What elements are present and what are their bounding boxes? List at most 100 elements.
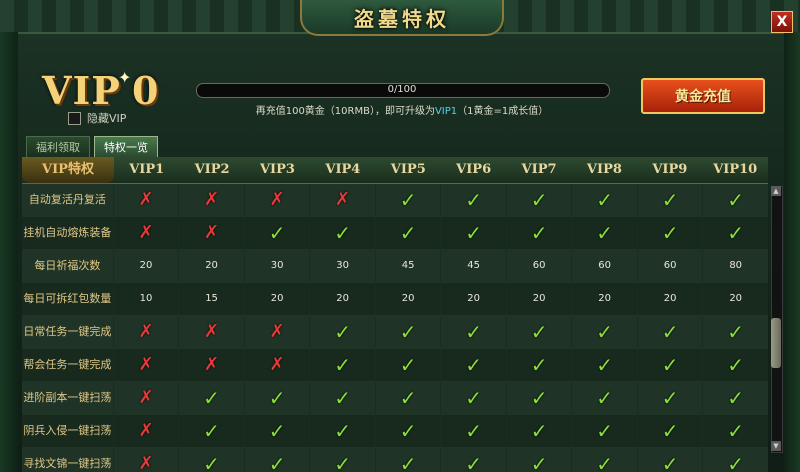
table-cell: ✓: [309, 316, 375, 348]
table-cell: 20: [178, 250, 244, 282]
table-row: 挂机自动熔炼装备 ✗ ✗ ✓ ✓ ✓ ✓ ✓ ✓ ✓ ✓: [22, 217, 768, 250]
cell-value: 30: [270, 260, 284, 271]
table-cell: ✗: [112, 448, 179, 472]
table-cell: 80: [702, 250, 768, 282]
table-row: 进阶副本一键扫荡 ✗ ✓ ✓ ✓ ✓ ✓ ✓ ✓ ✓ ✓: [22, 382, 768, 415]
header-vip7: VIP7: [521, 162, 557, 177]
table-cell: ✓: [243, 217, 310, 249]
header-corner: VIP特权: [22, 157, 114, 183]
cross-icon: ✗: [138, 387, 154, 408]
table-cell: 15: [178, 283, 244, 315]
table-cell: 30: [309, 250, 375, 282]
tab-welfare[interactable]: 福利领取: [26, 136, 90, 158]
table-cell: ✓: [636, 316, 703, 348]
header-vip8: VIP8: [586, 162, 622, 177]
check-icon: ✓: [661, 221, 679, 245]
table-cell: ✗: [112, 382, 179, 414]
table-cell: ✗: [178, 349, 244, 381]
table-cell: ✓: [505, 448, 572, 472]
scroll-down-arrow-icon[interactable]: ▼: [771, 441, 781, 451]
check-icon: ✓: [661, 353, 679, 377]
cell-value: 30: [336, 260, 349, 271]
header-vip1: VIP1: [129, 162, 165, 177]
check-icon: ✓: [530, 419, 548, 443]
row-label: 进阶副本一键扫荡: [23, 391, 112, 404]
cell-value: 20: [598, 293, 612, 304]
cell-value: 20: [663, 293, 677, 304]
table-cell: ✓: [505, 415, 572, 447]
check-icon: ✓: [596, 221, 614, 245]
cell-value: 60: [663, 260, 677, 271]
tab-privilege-overview[interactable]: 特权一览: [94, 136, 158, 158]
table-cell: ✓: [702, 349, 768, 381]
check-icon: ✓: [203, 452, 220, 472]
cell-value: 10: [139, 293, 153, 304]
cell-value: 20: [401, 293, 415, 304]
check-icon: ✓: [268, 221, 286, 245]
left-border: [0, 32, 18, 472]
table-cell: ✓: [440, 415, 506, 447]
scroll-up-arrow-icon[interactable]: ▲: [771, 186, 781, 196]
scrollbar-thumb[interactable]: [771, 318, 781, 368]
gold-recharge-button[interactable]: 黄金充值: [641, 78, 765, 114]
table-cell: ✓: [440, 316, 506, 348]
check-icon: ✓: [530, 320, 548, 344]
check-icon: ✓: [530, 188, 548, 212]
check-icon: ✓: [465, 221, 482, 245]
check-icon: ✓: [399, 386, 417, 410]
hide-vip-toggle[interactable]: 隐藏VIP: [68, 110, 126, 126]
table-cell: 45: [440, 250, 506, 282]
hint-suffix: （1黄金=1成长值）: [457, 106, 549, 117]
table-cell: ✓: [571, 415, 637, 447]
table-cell: 20: [571, 283, 637, 315]
table-cell: ✓: [505, 382, 572, 414]
cross-icon: ✗: [269, 189, 285, 210]
check-icon: ✓: [268, 419, 286, 443]
cell-value: 60: [532, 260, 546, 271]
cell-value: 15: [205, 293, 218, 304]
table-cell: 60: [636, 250, 703, 282]
table-cell: ✓: [702, 382, 768, 414]
check-icon: ✓: [727, 320, 745, 344]
cross-icon: ✗: [204, 222, 220, 243]
check-icon: ✓: [727, 353, 745, 377]
cross-icon: ✗: [138, 321, 154, 342]
row-label: 日常任务一键完成: [23, 325, 112, 338]
close-button[interactable]: X: [771, 11, 793, 33]
cell-value: 20: [139, 260, 153, 271]
window-title: 盗墓特权: [354, 6, 450, 31]
check-icon: ✓: [399, 353, 417, 377]
table-row: 日常任务一键完成 ✗ ✗ ✗ ✓ ✓ ✓ ✓ ✓ ✓ ✓: [22, 316, 768, 349]
table-cell: 30: [243, 250, 310, 282]
table-cell: ✓: [243, 415, 310, 447]
table-cell: 10: [112, 283, 179, 315]
check-icon: ✓: [530, 353, 548, 377]
table-cell: ✓: [374, 382, 441, 414]
table-cell: ✓: [178, 448, 244, 472]
table-cell: ✗: [178, 316, 244, 348]
table-cell: ✓: [374, 217, 441, 249]
table-cell: 20: [505, 283, 572, 315]
table-cell: ✓: [571, 217, 637, 249]
table-cell: ✗: [112, 184, 179, 216]
hide-vip-checkbox[interactable]: [68, 111, 81, 125]
cell-value: 45: [467, 260, 480, 271]
tab-bar: 福利领取 特权一览: [26, 136, 158, 158]
row-label: 自动复活丹复活: [28, 193, 106, 206]
cross-icon: ✗: [138, 189, 154, 210]
table-cell: ✓: [440, 184, 506, 216]
check-icon: ✓: [530, 452, 548, 472]
table-cell: ✓: [374, 316, 441, 348]
table-cell: 20: [702, 283, 768, 315]
table-cell: ✓: [636, 382, 703, 414]
check-icon: ✓: [661, 419, 679, 443]
table-cell: ✓: [374, 184, 441, 216]
sparkle-icon: ✦: [118, 68, 132, 87]
cell-value: 20: [729, 293, 743, 304]
check-icon: ✓: [203, 386, 220, 410]
row-label: 每日祈福次数: [34, 259, 101, 272]
cell-value: 60: [598, 260, 612, 271]
cell-value: 45: [401, 260, 415, 271]
cell-value: 20: [336, 293, 349, 304]
table-cell: ✗: [178, 184, 244, 216]
